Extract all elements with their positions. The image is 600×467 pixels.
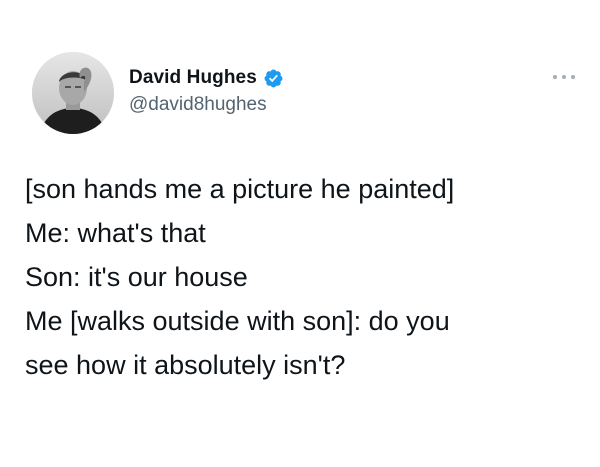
more-dot <box>553 75 557 79</box>
tweet-text-line: see how it absolutely isn't? <box>25 350 346 380</box>
more-options-icon[interactable] <box>553 73 575 81</box>
more-dot <box>571 75 575 79</box>
tweet-text-line: Son: it's our house <box>25 262 248 292</box>
tweet-text-line: Me: what's that <box>25 218 206 248</box>
author-name-row[interactable]: David Hughes <box>129 65 284 91</box>
avatar[interactable] <box>32 52 114 134</box>
verified-badge-icon <box>263 68 284 89</box>
tweet-text-line: [son hands me a picture he painted] <box>25 174 455 204</box>
tweet-text-line: Me [walks outside with son]: do you <box>25 306 450 336</box>
author-display-name[interactable]: David Hughes <box>129 67 257 89</box>
more-dot <box>562 75 566 79</box>
avatar-photo <box>32 52 114 134</box>
tweet-text: [son hands me a picture he painted] Me: … <box>25 167 585 387</box>
author-handle[interactable]: @david8hughes <box>129 94 267 116</box>
tweet-card: David Hughes @david8hughes [son hands me… <box>0 0 600 467</box>
